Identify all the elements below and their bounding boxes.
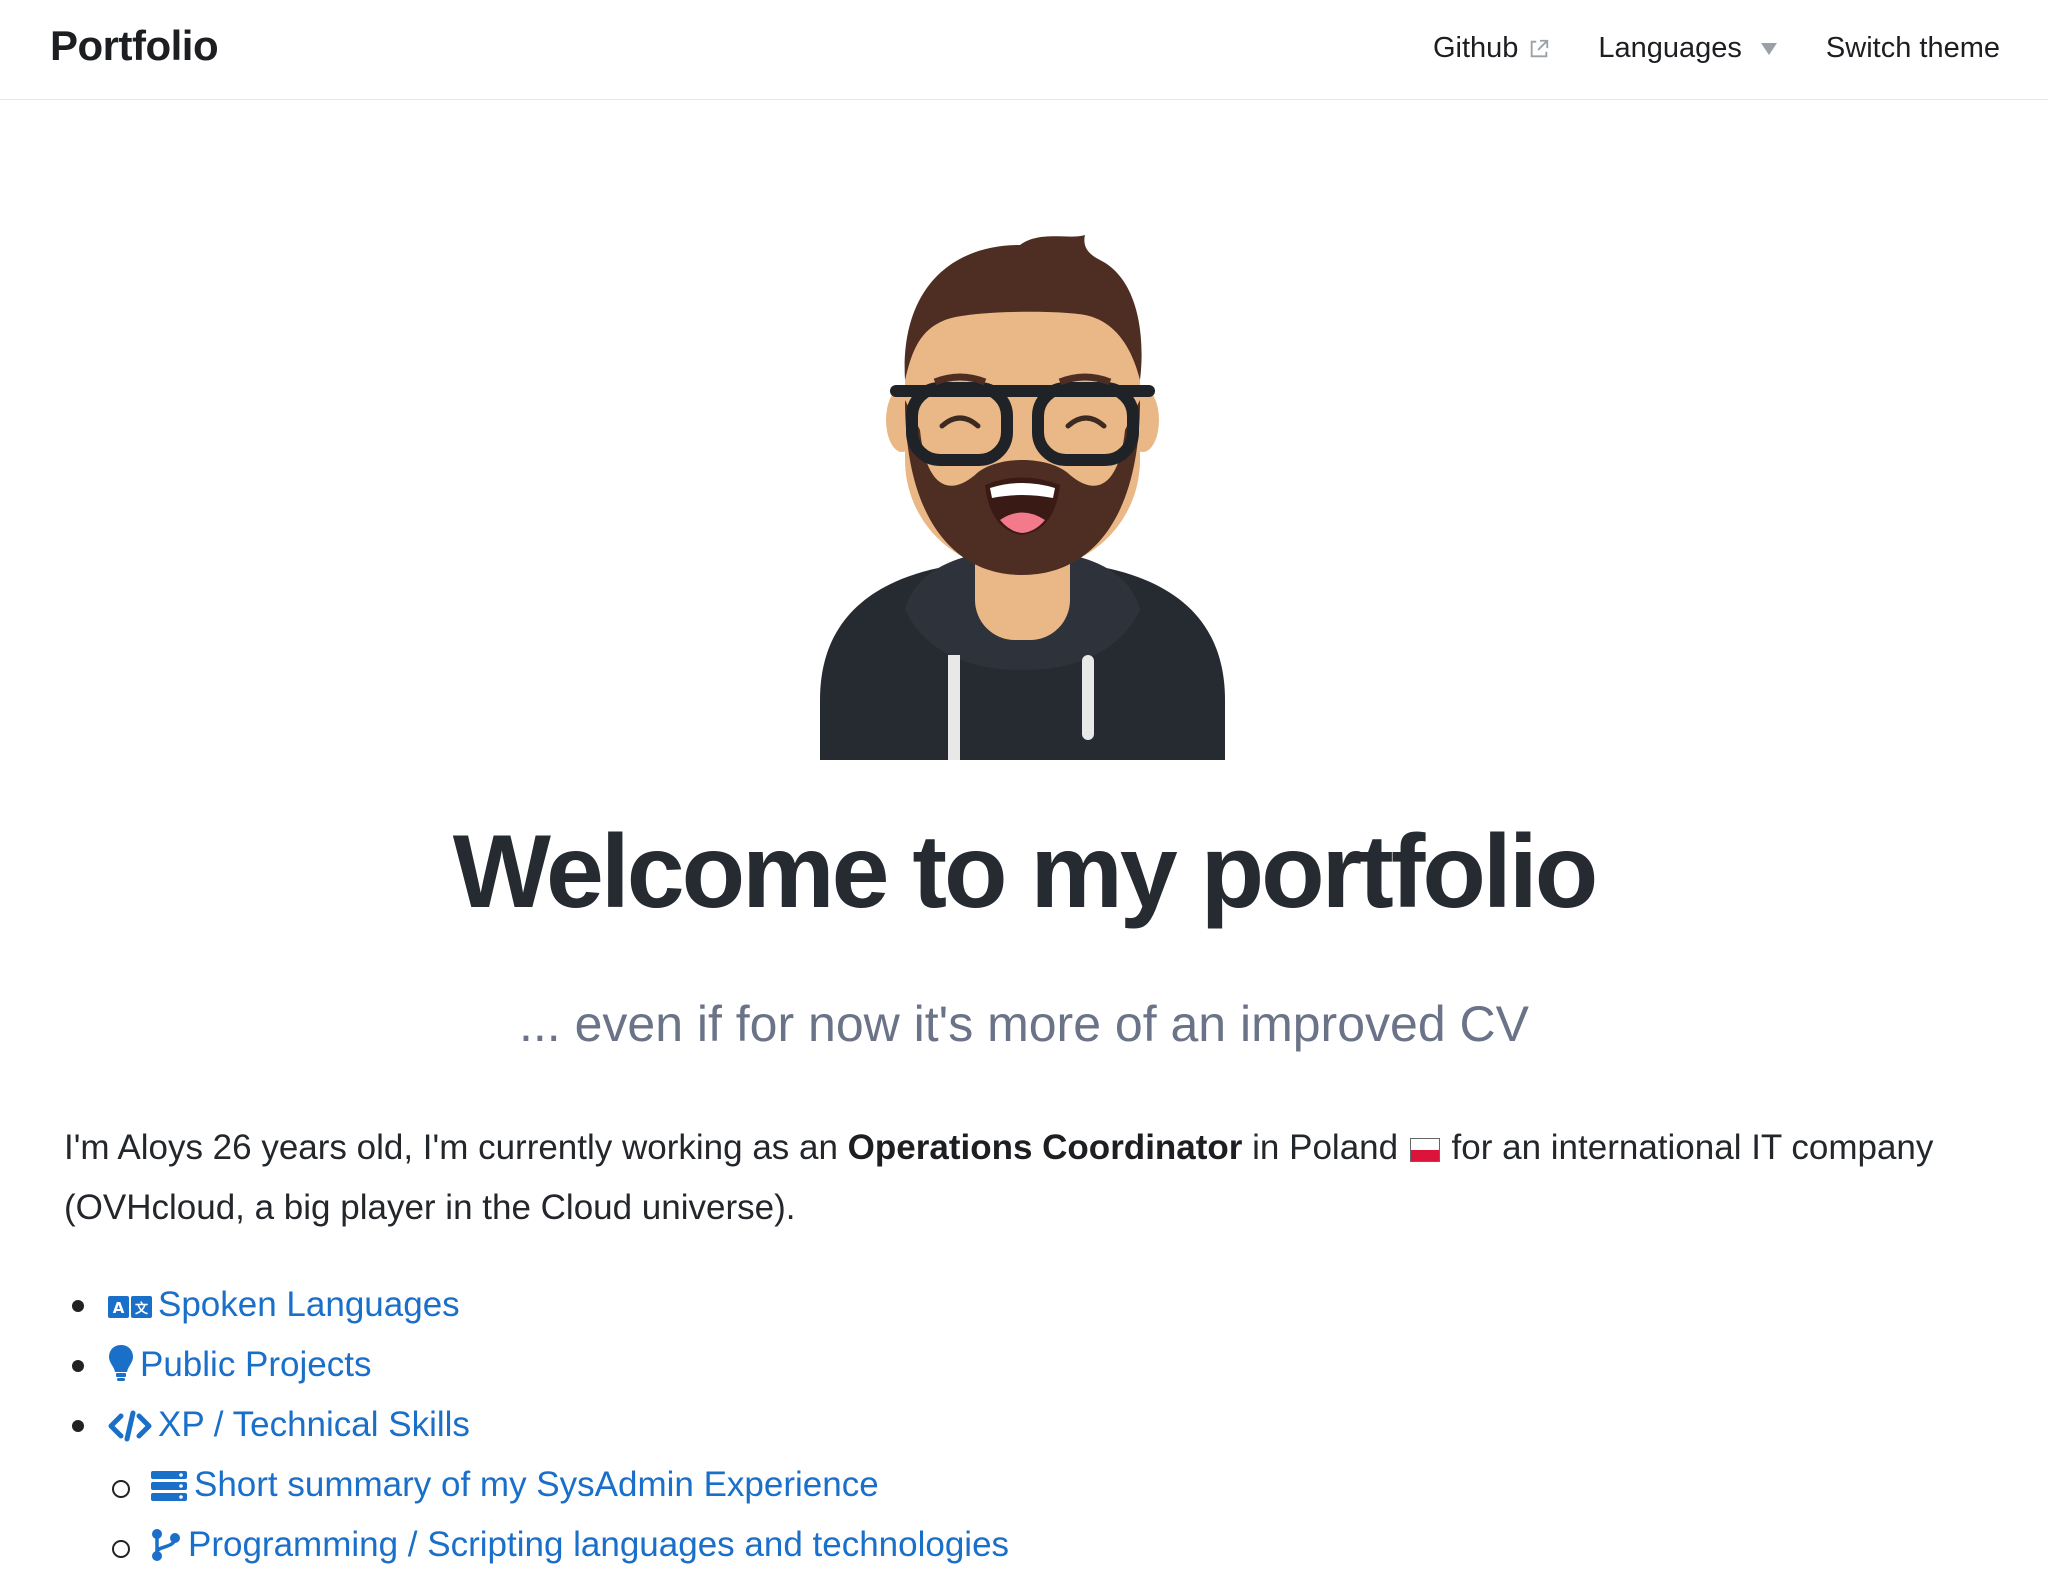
switch-theme-label: Switch theme <box>1825 32 2000 64</box>
link-sysadmin-experience[interactable]: Short summary of my SysAdmin Experience <box>64 1455 1964 1515</box>
caret-down-icon <box>1760 42 1777 55</box>
section-links: A 文 Spoken Languages Public Projects XP … <box>64 1275 1964 1575</box>
link-technical-skills[interactable]: XP / Technical Skills <box>64 1395 1964 1455</box>
intro-text-part2: in Poland <box>1242 1128 1408 1167</box>
intro-role: Operations Coordinator <box>847 1128 1243 1167</box>
svg-text:A: A <box>113 1299 125 1317</box>
link-spoken-languages[interactable]: A 文 Spoken Languages <box>64 1275 1964 1335</box>
server-icon <box>151 1471 187 1501</box>
github-link-label: Github <box>1432 32 1519 64</box>
link-programming-languages-label: Programming / Scripting languages and te… <box>188 1525 1010 1564</box>
brand-title[interactable]: Portfolio <box>50 22 219 70</box>
link-public-projects-label: Public Projects <box>140 1345 372 1384</box>
code-branch-icon <box>152 1529 180 1561</box>
poland-flag-icon <box>1409 1137 1440 1162</box>
translate-icon: A 文 <box>108 1296 152 1318</box>
languages-dropdown-label: Languages <box>1598 32 1742 64</box>
external-link-icon <box>1531 39 1549 57</box>
intro-paragraph: I'm Aloys 26 years old, I'm currently wo… <box>64 1118 1964 1238</box>
lightbulb-icon <box>109 1345 133 1381</box>
code-icon <box>108 1410 152 1442</box>
page-subtitle: ... even if for now it's more of an impr… <box>519 996 1529 1052</box>
intro-text-part1: I'm Aloys 26 years old, I'm currently wo… <box>64 1128 848 1167</box>
languages-dropdown[interactable]: Languages <box>1598 32 1778 65</box>
navbar: Portfolio Github Languages Switch theme <box>0 0 2048 100</box>
switch-theme-button[interactable]: Switch theme <box>1826 32 2000 65</box>
avatar-illustration <box>820 235 1225 760</box>
page-title: Welcome to my portfolio <box>452 814 1599 930</box>
link-public-projects[interactable]: Public Projects <box>64 1335 1964 1395</box>
link-spoken-languages-label: Spoken Languages <box>158 1285 460 1324</box>
link-technical-skills-label: XP / Technical Skills <box>158 1405 470 1444</box>
nav-items: Github Languages Switch theme <box>1433 32 2000 65</box>
svg-text:文: 文 <box>135 1301 149 1317</box>
link-sysadmin-experience-label: Short summary of my SysAdmin Experience <box>194 1465 879 1504</box>
link-programming-languages[interactable]: Programming / Scripting languages and te… <box>64 1515 1964 1575</box>
github-link[interactable]: Github <box>1433 32 1550 65</box>
